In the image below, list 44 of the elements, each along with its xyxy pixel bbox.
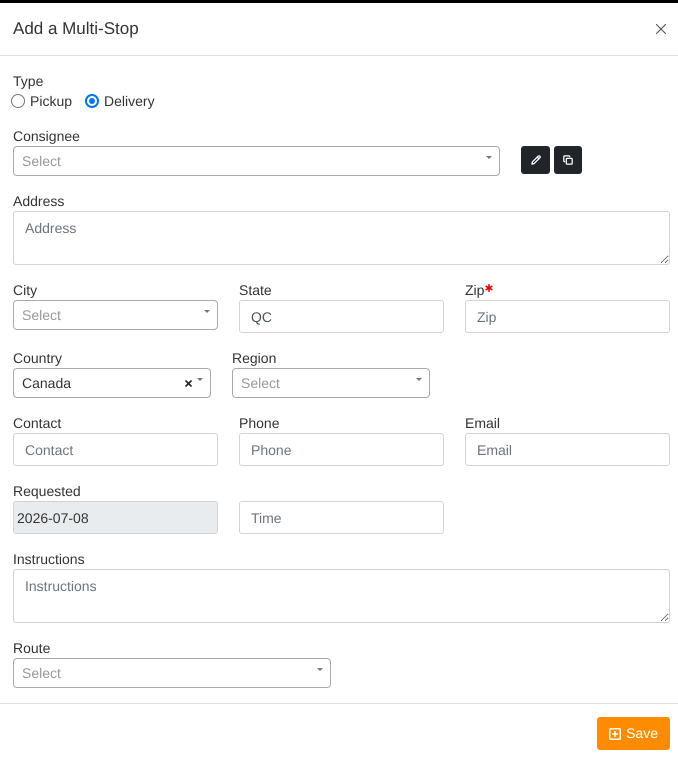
clear-icon[interactable] — [185, 380, 192, 386]
textarea-field[interactable]: Address — [13, 211, 670, 265]
select-field[interactable]: Canada — [13, 368, 211, 398]
plus-square-icon — [609, 728, 622, 740]
input-field[interactable]: Zip — [465, 300, 670, 333]
select-field[interactable]: Select — [13, 300, 218, 330]
dialog-title: Add a Multi-Stop — [13, 18, 139, 40]
field-label: Requested — [13, 482, 81, 501]
field-label: Zip — [465, 280, 484, 300]
field-label: Address — [13, 192, 64, 210]
caret-icon — [416, 378, 422, 380]
field-label: Contact — [13, 414, 62, 432]
input-field[interactable]: QC — [239, 300, 444, 333]
input-field[interactable]: Email — [465, 433, 670, 466]
caret-icon — [317, 668, 323, 670]
select-field[interactable]: Select — [13, 146, 500, 176]
field-label: Country — [13, 348, 62, 368]
save-button[interactable]: Save — [597, 717, 670, 750]
field-label: Region — [232, 348, 276, 368]
input-field[interactable]: Contact — [13, 433, 218, 466]
field-label: Instructions — [13, 550, 85, 568]
select-field[interactable]: Select — [232, 368, 430, 398]
field-label: Email — [465, 414, 500, 432]
caret-icon — [197, 378, 203, 380]
copy-icon — [563, 155, 573, 165]
field-label: Phone — [239, 414, 280, 432]
input-field[interactable]: Phone — [239, 433, 444, 466]
edit-button[interactable] — [521, 146, 550, 174]
radio-label: Delivery — [104, 92, 155, 111]
field-label: State — [239, 280, 272, 300]
input-field[interactable]: Time — [239, 501, 444, 534]
field-label: Consignee — [13, 126, 80, 146]
field-label: Type — [13, 72, 44, 91]
pencil-icon — [530, 155, 540, 165]
copy-button[interactable] — [554, 146, 582, 174]
field-label: Route — [13, 638, 50, 658]
caret-icon — [204, 310, 210, 312]
field-label: City — [13, 280, 38, 300]
radio-button[interactable] — [85, 94, 100, 108]
caret-icon — [486, 156, 492, 158]
radio-button[interactable] — [11, 94, 25, 108]
radio-label: Pickup — [30, 92, 72, 111]
textarea-field[interactable]: Instructions — [13, 569, 670, 623]
select-field[interactable]: Select — [13, 658, 331, 688]
